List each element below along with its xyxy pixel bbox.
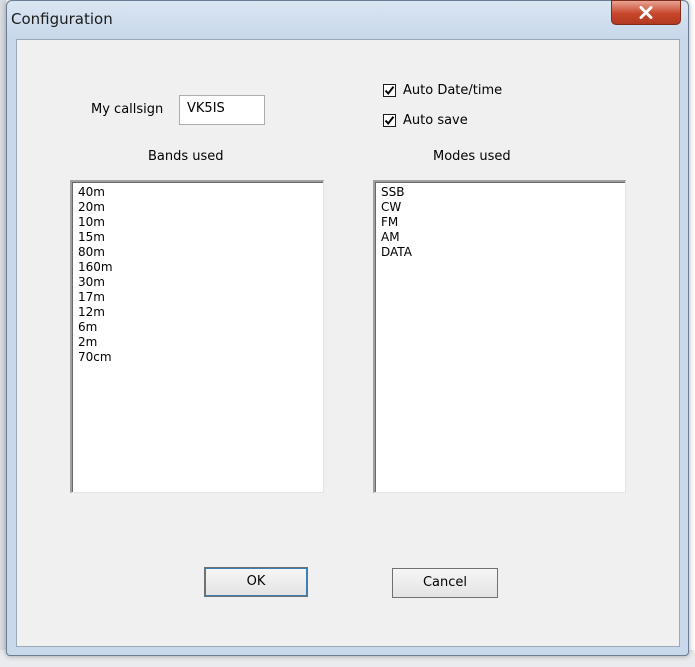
list-item[interactable]: CW [381, 200, 625, 215]
ok-button[interactable]: OK [204, 567, 308, 597]
close-button[interactable] [611, 0, 681, 25]
list-item[interactable]: FM [381, 215, 625, 230]
list-item[interactable]: 80m [78, 245, 323, 260]
list-item[interactable]: 160m [78, 260, 323, 275]
list-item[interactable]: 40m [78, 185, 323, 200]
dialog-client-area: My callsign VK5IS Auto Date/time Auto sa… [16, 39, 680, 647]
modes-heading: Modes used [433, 149, 511, 164]
window-title: Configuration [11, 10, 113, 28]
checkmark-icon [384, 86, 395, 96]
list-item[interactable]: AM [381, 230, 625, 245]
callsign-input[interactable]: VK5IS [179, 95, 265, 125]
close-icon [639, 6, 653, 19]
list-item[interactable]: 20m [78, 200, 323, 215]
list-item[interactable]: 10m [78, 215, 323, 230]
list-item[interactable]: SSB [381, 185, 625, 200]
modes-listbox[interactable]: SSB CW FM AM DATA [373, 180, 626, 493]
auto-datetime-label: Auto Date/time [403, 83, 503, 98]
auto-save-label: Auto save [403, 113, 468, 128]
list-item[interactable]: 17m [78, 290, 323, 305]
list-item[interactable]: 15m [78, 230, 323, 245]
list-item[interactable]: 2m [78, 335, 323, 350]
list-item[interactable]: 6m [78, 320, 323, 335]
cancel-button[interactable]: Cancel [392, 568, 498, 598]
bands-listbox[interactable]: 40m 20m 10m 15m 80m 160m 30m 17m 12m 6m 2m 70cm [70, 180, 324, 493]
auto-datetime-option[interactable]: Auto Date/time [383, 83, 502, 98]
bands-heading: Bands used [148, 149, 224, 164]
list-item[interactable]: 30m [78, 275, 323, 290]
configuration-dialog: Configuration My callsign VK5IS Auto Dat… [6, 0, 689, 656]
list-item[interactable]: 12m [78, 305, 323, 320]
auto-save-option[interactable]: Auto save [383, 113, 468, 128]
list-item[interactable]: 70cm [78, 350, 323, 365]
callsign-label: My callsign [91, 102, 164, 117]
auto-save-checkbox[interactable] [383, 114, 396, 127]
checkmark-icon [384, 116, 395, 126]
auto-datetime-checkbox[interactable] [383, 84, 396, 97]
list-item[interactable]: DATA [381, 245, 625, 260]
title-bar[interactable]: Configuration [7, 0, 688, 39]
